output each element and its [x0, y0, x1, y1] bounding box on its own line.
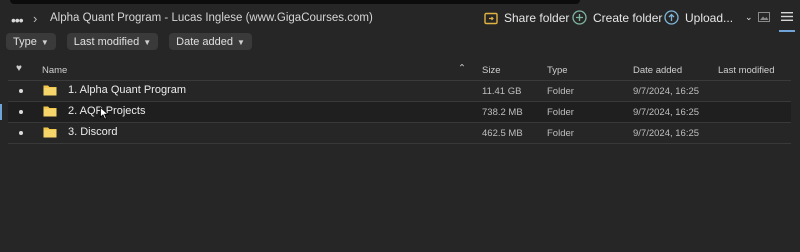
filter-bar: Type ▼ Last modified ▼ Date added ▼: [6, 33, 252, 50]
table-header: ♥ Name ⌃ Size Type Date added Last modif…: [8, 60, 791, 81]
share-folder-icon: [484, 12, 498, 24]
folder-icon: [43, 106, 57, 117]
filter-last-modified-label: Last modified: [73, 35, 140, 48]
row-date-added: 9/7/2024, 16:25: [633, 107, 700, 118]
list-icon: [781, 12, 793, 21]
row-bullet-icon: [19, 131, 23, 135]
filter-type-label: Type: [13, 35, 37, 48]
column-name[interactable]: Name: [42, 65, 67, 76]
heart-icon[interactable]: ♥: [16, 63, 22, 74]
chevron-down-icon: ▼: [237, 38, 245, 47]
table-row[interactable]: 1. Alpha Quant Program 11.41 GB Folder 9…: [8, 81, 791, 102]
filter-type[interactable]: Type ▼: [6, 33, 56, 50]
sort-ascending-icon[interactable]: ⌃: [458, 63, 466, 74]
breadcrumb[interactable]: Alpha Quant Program - Lucas Inglese (www…: [50, 12, 373, 24]
row-type: Folder: [547, 86, 574, 97]
filter-last-modified[interactable]: Last modified ▼: [66, 33, 159, 50]
folder-icon: [43, 127, 57, 138]
share-folder-label: Share folder: [504, 11, 570, 25]
chevron-down-icon[interactable]: ⌄: [745, 12, 753, 23]
file-table: ♥ Name ⌃ Size Type Date added Last modif…: [0, 60, 791, 144]
header-bar: ••• › Alpha Quant Program - Lucas Ingles…: [0, 6, 800, 32]
row-name: 3. Discord: [68, 126, 118, 138]
row-bullet-icon: [19, 89, 23, 93]
list-view-button[interactable]: [781, 11, 793, 22]
column-last-modified[interactable]: Last modified: [718, 65, 775, 76]
table-row[interactable]: 3. Discord 462.5 MB Folder 9/7/2024, 16:…: [8, 123, 791, 144]
grid-view-button[interactable]: [758, 12, 770, 22]
active-view-indicator: [779, 30, 795, 32]
ellipsis-icon[interactable]: •••: [11, 12, 24, 28]
filter-date-added-label: Date added: [176, 35, 234, 48]
table-row[interactable]: 2. AQP Projects 738.2 MB Folder 9/7/2024…: [0, 102, 791, 123]
top-bar-edge: [10, 0, 580, 4]
row-size: 738.2 MB: [482, 107, 523, 118]
row-date-added: 9/7/2024, 16:25: [633, 128, 700, 139]
chevron-down-icon: ▼: [143, 38, 152, 47]
create-folder-button[interactable]: Create folder: [572, 10, 662, 25]
row-size: 11.41 GB: [482, 86, 522, 97]
row-type: Folder: [547, 128, 574, 139]
share-folder-button[interactable]: Share folder: [484, 11, 569, 25]
row-type: Folder: [547, 107, 574, 118]
column-type[interactable]: Type: [547, 65, 568, 76]
mouse-cursor-icon: [100, 107, 109, 120]
column-size[interactable]: Size: [482, 65, 500, 76]
plus-circle-icon: [572, 10, 587, 25]
column-date-added[interactable]: Date added: [633, 65, 682, 76]
upload-icon: [664, 10, 679, 25]
folder-icon: [43, 85, 57, 96]
chevron-down-icon: ▼: [40, 38, 49, 47]
create-folder-label: Create folder: [593, 10, 663, 25]
row-date-added: 9/7/2024, 16:25: [633, 86, 700, 97]
filter-date-added[interactable]: Date added ▼: [169, 33, 252, 50]
image-icon: [758, 12, 770, 22]
row-focus-marker: [0, 104, 2, 120]
row-size: 462.5 MB: [482, 128, 523, 139]
row-bullet-icon: [19, 110, 23, 114]
breadcrumb-chevron-icon: ›: [33, 11, 38, 26]
upload-label: Upload...: [685, 10, 734, 25]
row-name: 1. Alpha Quant Program: [68, 84, 187, 96]
upload-button[interactable]: Upload... ⌄: [664, 10, 753, 25]
